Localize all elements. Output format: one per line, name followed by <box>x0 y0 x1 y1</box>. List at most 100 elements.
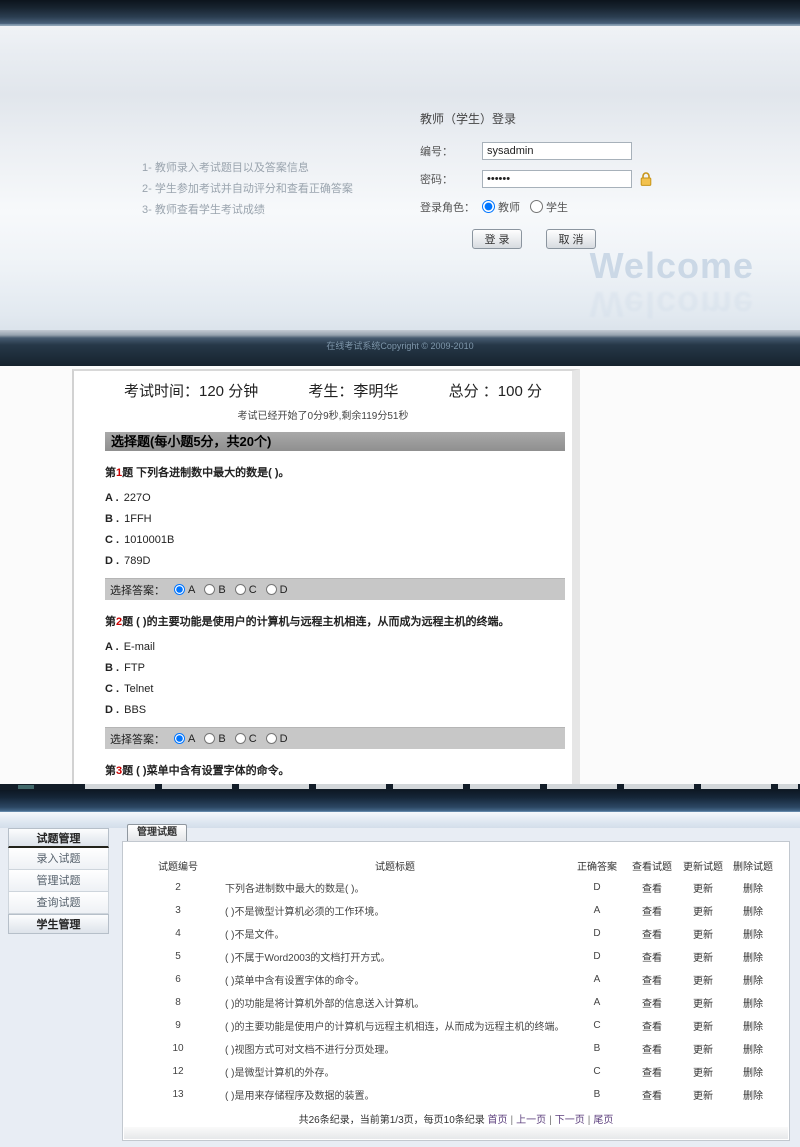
update-link[interactable]: 更新 <box>677 968 729 991</box>
answer-option-letter: D <box>280 733 288 745</box>
view-link[interactable]: 查看 <box>627 945 677 968</box>
delete-link[interactable]: 删除 <box>729 1083 777 1106</box>
row-answer: A <box>567 899 627 922</box>
login-footer-bar: 在线考试系统Copyright © 2009-2010 <box>0 330 800 366</box>
sidebar-item-4[interactable]: 查询试题 <box>8 892 109 914</box>
update-link[interactable]: 更新 <box>677 1037 729 1060</box>
update-link[interactable]: 更新 <box>677 922 729 945</box>
update-link[interactable]: 更新 <box>677 1083 729 1106</box>
view-link[interactable]: 查看 <box>627 922 677 945</box>
row-answer: D <box>567 876 627 899</box>
pagination-link-2[interactable]: 上一页 <box>516 1115 546 1126</box>
role-student-radio[interactable] <box>530 200 543 213</box>
update-link[interactable]: 更新 <box>677 876 729 899</box>
row-answer: C <box>567 1014 627 1037</box>
answer-radio-d[interactable] <box>266 733 277 744</box>
view-link[interactable]: 查看 <box>627 968 677 991</box>
login-button[interactable]: 登 录 <box>472 229 522 249</box>
row-id: 3 <box>133 899 223 922</box>
answer-radio-b[interactable] <box>204 733 215 744</box>
delete-link[interactable]: 删除 <box>729 1014 777 1037</box>
table-row: 3( )不是微型计算机必须的工作环境。A查看更新删除 <box>133 899 777 922</box>
question-option: B . 1FFH <box>105 513 565 525</box>
table-row: 13( )是用来存储程序及数据的装置。B查看更新删除 <box>133 1083 777 1106</box>
delete-link[interactable]: 删除 <box>729 945 777 968</box>
delete-link[interactable]: 删除 <box>729 922 777 945</box>
login-step: 3- 教师查看学生考试成绩 <box>142 200 353 221</box>
answer-radio-d[interactable] <box>266 584 277 595</box>
question-option: A . 227O <box>105 492 565 504</box>
table-row: 6( )菜单中含有设置字体的命令。A查看更新删除 <box>133 968 777 991</box>
delete-link[interactable]: 删除 <box>729 991 777 1014</box>
admin-page: 试题管理录入试题管理试题查询试题学生管理 管理试题 试题编号 试题标题 正确答案… <box>0 784 800 1147</box>
header-delete: 删除试题 <box>729 854 777 876</box>
view-link[interactable]: 查看 <box>627 991 677 1014</box>
update-link[interactable]: 更新 <box>677 1060 729 1083</box>
view-link[interactable]: 查看 <box>627 1014 677 1037</box>
header-view: 查看试题 <box>627 854 677 876</box>
password-input[interactable] <box>482 170 632 188</box>
answer-radio-a[interactable] <box>174 733 185 744</box>
row-id: 6 <box>133 968 223 991</box>
update-link[interactable]: 更新 <box>677 945 729 968</box>
sidebar-item-3[interactable]: 管理试题 <box>8 870 109 892</box>
id-input[interactable] <box>482 142 632 160</box>
sidebar-item-2[interactable]: 录入试题 <box>8 848 109 870</box>
welcome-text: Welcome <box>590 248 754 284</box>
view-link[interactable]: 查看 <box>627 1060 677 1083</box>
login-form: 教师（学生）登录 编号： 密码： 登录角色： 教师 学生 <box>420 110 680 249</box>
table-row: 10( )视图方式可对文档不进行分页处理。B查看更新删除 <box>133 1037 777 1060</box>
role-label: 登录角色： <box>420 199 482 215</box>
role-student-option[interactable]: 学生 <box>530 199 568 215</box>
delete-link[interactable]: 删除 <box>729 968 777 991</box>
answer-option-letter: B <box>218 584 225 596</box>
tab-manage-questions[interactable]: 管理试题 <box>127 824 187 841</box>
answer-option-letter: D <box>280 584 288 596</box>
admin-main-panel: 管理试题 试题编号 试题标题 正确答案 查看试题 更新试题 删除试题 <box>122 822 790 1141</box>
view-link[interactable]: 查看 <box>627 1083 677 1106</box>
row-title: ( )不是文件。 <box>223 922 567 945</box>
row-id: 5 <box>133 945 223 968</box>
answer-radio-b[interactable] <box>204 584 215 595</box>
answer-radio-a[interactable] <box>174 584 185 595</box>
view-link[interactable]: 查看 <box>627 876 677 899</box>
row-answer: D <box>567 922 627 945</box>
role-teacher-radio[interactable] <box>482 200 495 213</box>
admin-header-bar <box>0 790 800 812</box>
row-id: 9 <box>133 1014 223 1037</box>
id-row: 编号： <box>420 141 680 161</box>
answer-option-letter: C <box>249 733 257 745</box>
answer-option-letter: A <box>188 584 195 596</box>
exam-duration: 考试时间：120 分钟 <box>124 380 258 401</box>
password-row: 密码： <box>420 169 680 189</box>
update-link[interactable]: 更新 <box>677 899 729 922</box>
view-link[interactable]: 查看 <box>627 1037 677 1060</box>
role-teacher-option[interactable]: 教师 <box>482 199 520 215</box>
answer-bar: 选择答案：ABCD <box>105 727 565 749</box>
delete-link[interactable]: 删除 <box>729 876 777 899</box>
row-title: ( )的功能是将计算机外部的信息送入计算机。 <box>223 991 567 1014</box>
row-title: ( )是微型计算机的外存。 <box>223 1060 567 1083</box>
delete-link[interactable]: 删除 <box>729 1060 777 1083</box>
delete-link[interactable]: 删除 <box>729 1037 777 1060</box>
question-option: C . 1010001B <box>105 534 565 546</box>
id-label: 编号： <box>420 143 482 159</box>
update-link[interactable]: 更新 <box>677 991 729 1014</box>
question-number: 1 <box>116 467 122 479</box>
delete-link[interactable]: 删除 <box>729 899 777 922</box>
pagination-link-3[interactable]: 下一页 <box>555 1115 585 1126</box>
seam-segments <box>85 784 798 789</box>
sidebar-header-1: 试题管理 <box>8 828 109 848</box>
question-option: A . E-mail <box>105 641 565 653</box>
answer-radio-c[interactable] <box>235 584 246 595</box>
pagination-link-4[interactable]: 尾页 <box>593 1115 613 1126</box>
answer-option-letter: B <box>218 733 225 745</box>
update-link[interactable]: 更新 <box>677 1014 729 1037</box>
question-block: 第2题 ( )的主要功能是使用户的计算机与远程主机相连，从而成为远程主机的终端。… <box>105 613 565 749</box>
exam-student: 考生：李明华 <box>308 380 398 401</box>
view-link[interactable]: 查看 <box>627 899 677 922</box>
answer-option-letter: C <box>249 584 257 596</box>
answer-radio-c[interactable] <box>235 733 246 744</box>
pagination-link-1[interactable]: 首页 <box>488 1115 508 1126</box>
cancel-button[interactable]: 取 消 <box>546 229 596 249</box>
